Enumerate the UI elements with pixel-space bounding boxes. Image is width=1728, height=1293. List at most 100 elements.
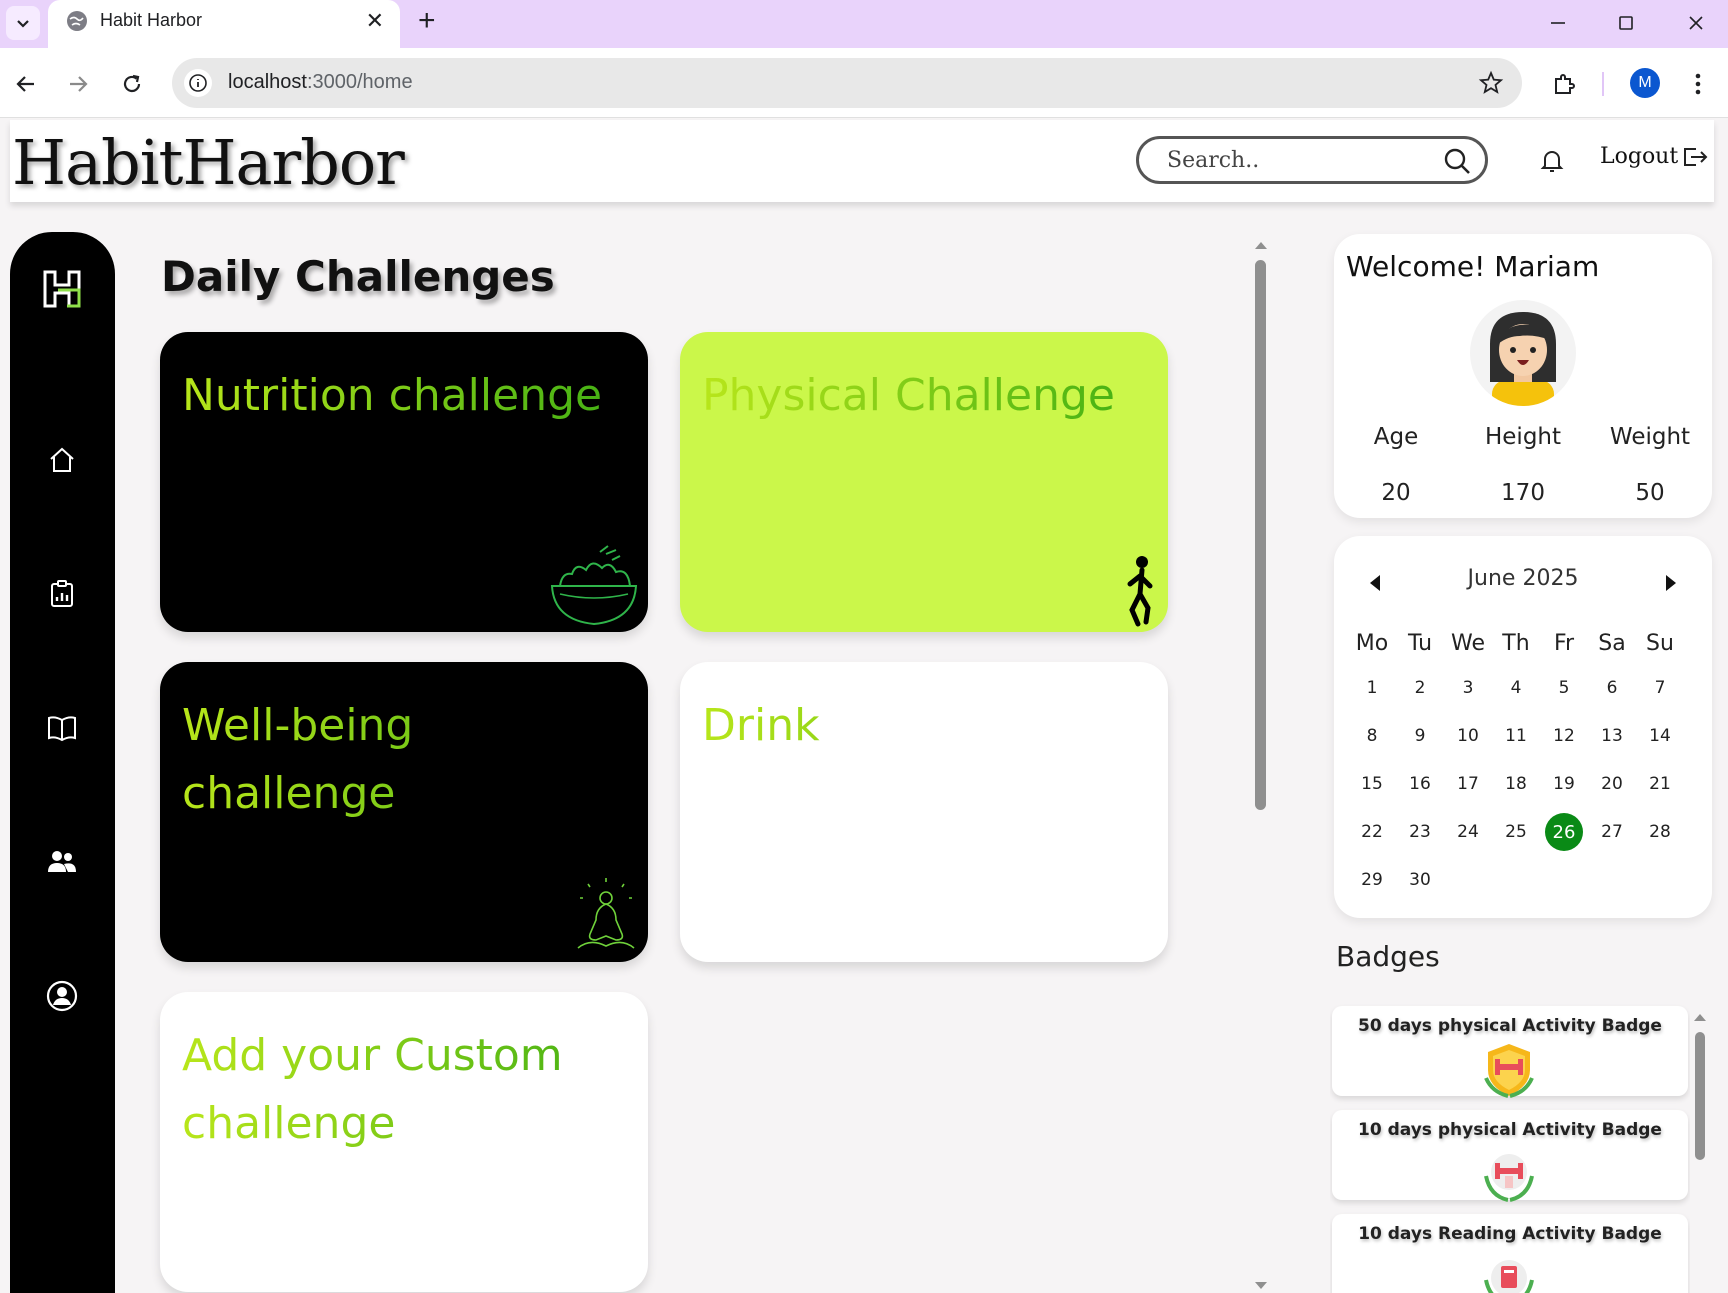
scroll-up-icon[interactable] [1250,238,1272,252]
challenge-card-wellbeing[interactable]: Well-being challenge [160,662,648,962]
calendar-day[interactable]: 11 [1492,712,1540,760]
calendar-weekday: Th [1502,631,1530,656]
reload-button[interactable] [116,68,148,100]
sidebar-item-home[interactable] [40,438,84,482]
stat-value-age: 20 [1381,480,1411,506]
calendar-day[interactable]: 4 [1492,664,1540,712]
minimize-button[interactable] [1538,8,1578,38]
stat-value-weight: 50 [1635,480,1665,506]
calendar-day[interactable]: 13 [1588,712,1636,760]
profile-icon [46,980,78,1012]
profile-avatar-button[interactable]: M [1630,68,1660,98]
meditation-icon [577,878,635,949]
badges-title: Badges [1336,940,1440,973]
main-scrollbar[interactable] [1250,236,1272,1293]
bookmark-star-icon[interactable] [1478,70,1504,96]
extensions-button[interactable] [1548,68,1580,100]
gold-dumbbell-badge-icon [1484,1044,1534,1098]
calendar-day[interactable]: 14 [1636,712,1684,760]
tab-search-button[interactable] [6,6,40,40]
welcome-message: Welcome! Mariam [1346,250,1600,283]
calendar-day-selected[interactable]: 26 [1540,808,1588,856]
avatar[interactable] [1470,300,1576,406]
badge-card[interactable]: 50 days physical Activity Badge [1332,1006,1688,1098]
calendar-day[interactable]: 5 [1540,664,1588,712]
calendar-day[interactable]: 29 [1348,856,1396,904]
calendar-day[interactable]: 2 [1396,664,1444,712]
badge-label: 50 days physical Activity Badge [1358,1016,1662,1036]
calendar-day[interactable]: 16 [1396,760,1444,808]
report-icon [51,580,73,607]
calendar-day[interactable]: 6 [1588,664,1636,712]
maximize-icon [1619,16,1633,30]
browser-tab[interactable]: Habit Harbor ✕ [48,0,400,48]
calendar-day[interactable]: 30 [1396,856,1444,904]
browser-menu-button[interactable] [1682,68,1714,100]
search-input[interactable] [1167,145,1437,175]
scrollbar-thumb[interactable] [1695,1032,1705,1160]
calendar-day[interactable]: 17 [1444,760,1492,808]
calendar-day[interactable]: 12 [1540,712,1588,760]
badge-card[interactable]: 10 days physical Activity Badge [1332,1110,1688,1202]
close-tab-icon[interactable]: ✕ [366,8,384,34]
sidebar-item-profile[interactable] [40,974,84,1018]
scroll-up-icon[interactable] [1690,1010,1710,1024]
search-icon[interactable] [1443,147,1471,175]
sidebar-item-reports[interactable] [40,572,84,616]
sidebar-item-library[interactable] [40,706,84,750]
sidebar-item-community[interactable] [40,840,84,884]
calendar-day[interactable]: 19 [1540,760,1588,808]
calendar-day[interactable]: 8 [1348,712,1396,760]
calendar-day[interactable]: 10 [1444,712,1492,760]
close-icon [1689,16,1703,30]
challenge-card-custom[interactable]: Add your Custom challenge [160,992,648,1292]
calendar-day[interactable]: 24 [1444,808,1492,856]
address-bar[interactable]: localhost:3000/home [172,58,1522,108]
calendar-day[interactable]: 25 [1492,808,1540,856]
back-button[interactable] [10,68,42,100]
logout-button[interactable]: Logout [1600,144,1708,169]
calendar-day-number: 21 [1649,774,1671,794]
calendar-day[interactable]: 9 [1396,712,1444,760]
calendar-day[interactable]: 23 [1396,808,1444,856]
book-icon [48,716,76,742]
challenge-card-nutrition[interactable]: Nutrition challenge [160,332,648,632]
new-tab-button[interactable]: + [418,4,436,38]
calendar-day-number: 9 [1414,726,1426,746]
calendar-day[interactable]: 22 [1348,808,1396,856]
calendar-day[interactable]: 15 [1348,760,1396,808]
salad-bowl-icon [550,545,638,626]
book-badge-icon [1484,1260,1534,1293]
scroll-down-icon[interactable] [1250,1279,1272,1293]
site-info-button[interactable] [184,69,212,97]
calendar-day[interactable]: 27 [1588,808,1636,856]
calendar-day-number: 4 [1510,678,1522,698]
calendar-day[interactable]: 1 [1348,664,1396,712]
calendar-day[interactable]: 7 [1636,664,1684,712]
badge-label: 10 days Reading Activity Badge [1358,1224,1662,1244]
calendar-day-number: 8 [1366,726,1378,746]
close-window-button[interactable] [1676,8,1716,38]
badge-card[interactable]: 10 days Reading Activity Badge [1332,1214,1688,1293]
maximize-button[interactable] [1606,8,1646,38]
calendar-day[interactable]: 3 [1444,664,1492,712]
calendar-day-number: 10 [1457,726,1479,746]
app-logo[interactable]: HabitHarbor [12,126,405,199]
calendar-day[interactable]: 21 [1636,760,1684,808]
calendar-next-icon[interactable] [1664,574,1678,592]
calendar-day[interactable]: 18 [1492,760,1540,808]
challenge-card-drink[interactable]: Drink [680,662,1168,962]
search-box[interactable] [1136,136,1488,184]
calendar-day-number: 24 [1457,822,1479,842]
calendar-day[interactable]: 28 [1636,808,1684,856]
badges-scrollbar[interactable] [1690,1008,1710,1293]
calendar-day[interactable]: 20 [1588,760,1636,808]
girl-avatar-icon [1490,312,1556,406]
forward-button[interactable] [62,68,94,100]
calendar-day-number: 1 [1366,678,1378,698]
scrollbar-thumb[interactable] [1255,260,1266,810]
habit-harbor-logo-icon[interactable] [41,268,83,310]
toolbar-separator [1602,72,1604,96]
bell-icon[interactable] [1540,148,1564,174]
challenge-card-physical[interactable]: Physical Challenge [680,332,1168,632]
